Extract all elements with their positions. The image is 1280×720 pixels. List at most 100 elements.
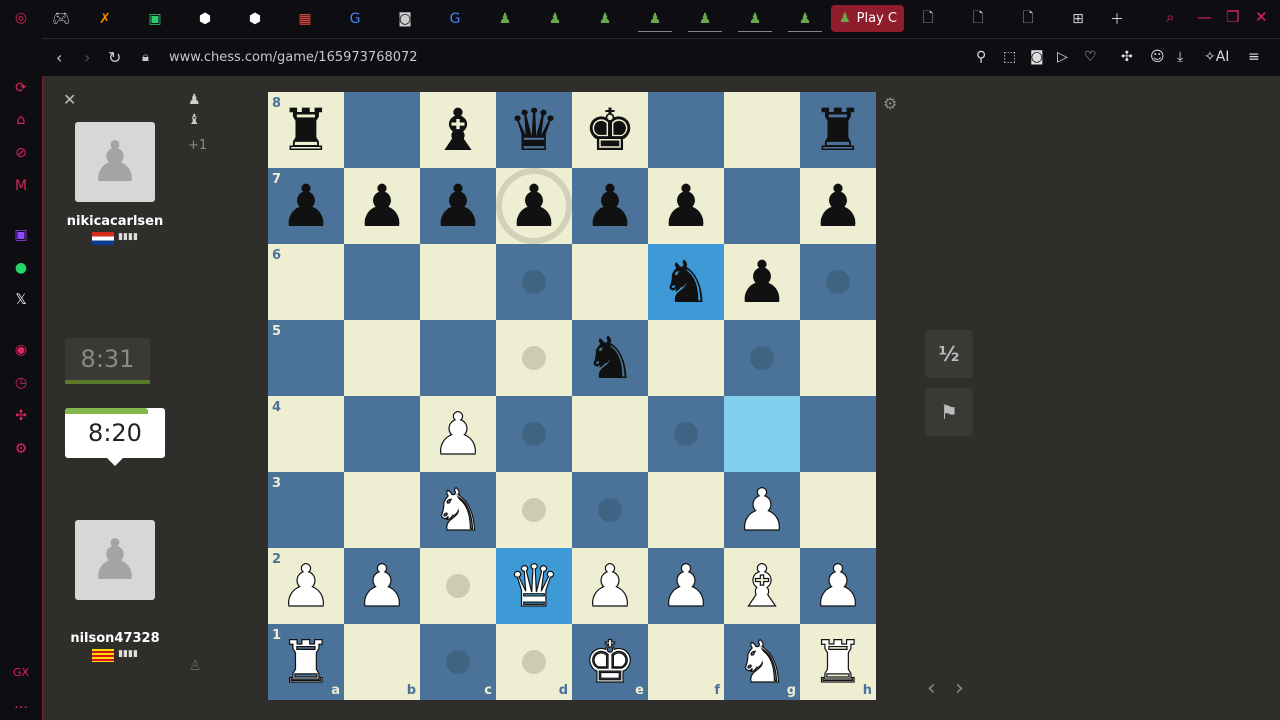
gear-icon[interactable]: ⚙ xyxy=(883,94,897,113)
google-icon[interactable]: G xyxy=(338,6,372,32)
square-b8[interactable] xyxy=(344,92,420,168)
black-pawn-icon[interactable]: ♟ xyxy=(736,253,788,311)
download-icon[interactable]: ⤓ xyxy=(1177,49,1183,65)
next-move-icon[interactable]: › xyxy=(955,676,964,701)
black-bishop-icon[interactable]: ♝ xyxy=(432,101,484,159)
square-f3[interactable] xyxy=(648,472,724,548)
square-a4[interactable]: 4 xyxy=(268,396,344,472)
square-g6[interactable]: ♟ xyxy=(724,244,800,320)
tab-icon-4[interactable]: ⬢ xyxy=(238,6,272,32)
tab-icon-2[interactable]: ▣ xyxy=(138,6,172,32)
new-tab-icon[interactable]: ＋ xyxy=(1100,6,1134,32)
square-d7[interactable]: ♟ xyxy=(496,168,572,244)
chess-pawn-icon[interactable]: ♟ xyxy=(588,6,622,32)
sidebar-icon[interactable]: ⊘ xyxy=(11,143,31,163)
bot-icon[interactable]: ⌂ xyxy=(11,110,31,130)
player-icon[interactable]: ◉ xyxy=(11,340,31,360)
square-f8[interactable] xyxy=(648,92,724,168)
tab-icon-5[interactable]: ▦ xyxy=(288,6,322,32)
settings-icon[interactable]: ⚙ xyxy=(11,439,31,459)
square-b3[interactable] xyxy=(344,472,420,548)
avatar[interactable]: ♟ xyxy=(75,122,155,202)
google-icon-2[interactable]: G xyxy=(438,6,472,32)
square-g4[interactable] xyxy=(724,396,800,472)
previous-move-icon[interactable]: ‹ xyxy=(927,676,936,701)
gx-icon[interactable]: GX xyxy=(11,662,31,682)
chess-pawn-icon[interactable]: ♟ xyxy=(488,6,522,32)
square-c4[interactable]: ♟ xyxy=(420,396,496,472)
square-e6[interactable] xyxy=(572,244,648,320)
black-pawn-icon[interactable]: ♟ xyxy=(432,177,484,235)
black-rook-icon[interactable]: ♜ xyxy=(280,101,332,159)
back-icon[interactable]: ‹ xyxy=(56,48,62,67)
tab-icon-7[interactable]: ◙ xyxy=(388,6,422,32)
extensions-icon[interactable]: ✣ xyxy=(11,406,31,426)
square-a8[interactable]: 8 ♜ xyxy=(268,92,344,168)
history-icon[interactable]: ◷ xyxy=(11,373,31,393)
document-icon[interactable]: 🗋︎ xyxy=(961,6,995,32)
black-rook-icon[interactable]: ♜ xyxy=(812,101,864,159)
tabs-grid-icon[interactable]: ⊞ xyxy=(1061,6,1095,32)
square-g2[interactable]: ♝ xyxy=(724,548,800,624)
square-h1[interactable]: h ♜ xyxy=(800,624,876,700)
square-c2[interactable] xyxy=(420,548,496,624)
tab-icon-1[interactable]: ✗ xyxy=(88,6,122,32)
square-c8[interactable]: ♝ xyxy=(420,92,496,168)
white-pawn-icon[interactable]: ♟ xyxy=(279,556,332,615)
square-g3[interactable]: ♟ xyxy=(724,472,800,548)
chess-pawn-icon[interactable]: ♟ xyxy=(538,6,572,32)
white-pawn-icon[interactable]: ♟ xyxy=(431,404,484,463)
white-bishop-icon[interactable]: ♝ xyxy=(735,556,788,615)
move-hint-dot[interactable] xyxy=(522,346,546,370)
chess-pawn-icon[interactable]: ♟ xyxy=(688,6,722,32)
square-d3[interactable] xyxy=(496,472,572,548)
pocket-icon[interactable]: ◙ xyxy=(1030,49,1044,65)
square-c1[interactable]: c xyxy=(420,624,496,700)
more-icon[interactable]: … xyxy=(11,694,31,714)
send-icon[interactable]: ▷ xyxy=(1057,49,1068,65)
move-hint-dot[interactable] xyxy=(522,270,546,294)
pin-icon[interactable]: ⚲ xyxy=(976,49,986,65)
minimize-icon[interactable]: — xyxy=(1197,8,1212,26)
resign-button[interactable]: ⚑ xyxy=(925,388,973,436)
move-hint-dot[interactable] xyxy=(674,422,698,446)
extensions-icon[interactable]: ✣ xyxy=(1121,49,1133,65)
move-hint-dot[interactable] xyxy=(826,270,850,294)
square-g5[interactable] xyxy=(724,320,800,396)
square-a6[interactable]: 6 xyxy=(268,244,344,320)
black-pawn-icon[interactable]: ♟ xyxy=(584,177,636,235)
whatsapp-icon[interactable]: ● xyxy=(11,258,31,278)
square-h2[interactable]: ♟ xyxy=(800,548,876,624)
black-pawn-icon[interactable]: ♟ xyxy=(356,177,408,235)
square-e7[interactable]: ♟ xyxy=(572,168,648,244)
square-b4[interactable] xyxy=(344,396,420,472)
square-a1[interactable]: 1 a ♜ xyxy=(268,624,344,700)
black-pawn-icon[interactable]: ♟ xyxy=(280,177,332,235)
move-hint-dot[interactable] xyxy=(598,498,622,522)
move-hint-dot[interactable] xyxy=(446,574,470,598)
tab-active[interactable]: ♟ Play C xyxy=(831,5,904,32)
white-pawn-icon[interactable]: ♟ xyxy=(735,480,788,539)
white-king-icon[interactable]: ♚ xyxy=(583,632,636,691)
menu-icon[interactable]: ≡ xyxy=(1248,49,1260,65)
white-pawn-icon[interactable]: ♟ xyxy=(811,556,864,615)
square-f5[interactable] xyxy=(648,320,724,396)
square-b5[interactable] xyxy=(344,320,420,396)
premove-icon[interactable]: ♙ xyxy=(189,658,202,674)
chess-pawn-icon[interactable]: ♟ xyxy=(638,6,672,32)
white-pawn-icon[interactable]: ♟ xyxy=(355,556,408,615)
black-pawn-icon[interactable]: ♟ xyxy=(812,177,864,235)
white-knight-icon[interactable]: ♞ xyxy=(735,632,788,691)
chess-pawn-icon[interactable]: ♟ xyxy=(738,6,772,32)
black-knight-icon[interactable]: ♞ xyxy=(584,329,636,387)
move-hint-dot[interactable] xyxy=(522,422,546,446)
square-d2[interactable]: ♛ xyxy=(496,548,572,624)
url-text[interactable]: www.chess.com/game/165973768072 xyxy=(169,50,418,65)
close-window-icon[interactable]: ✕ xyxy=(1255,8,1268,26)
square-f6[interactable]: ♞ xyxy=(648,244,724,320)
avatar[interactable]: ♟ xyxy=(75,520,155,600)
square-b1[interactable]: b xyxy=(344,624,420,700)
square-f2[interactable]: ♟ xyxy=(648,548,724,624)
heart-icon[interactable]: ♡ xyxy=(1084,49,1097,65)
mail-icon[interactable]: M xyxy=(11,176,31,196)
